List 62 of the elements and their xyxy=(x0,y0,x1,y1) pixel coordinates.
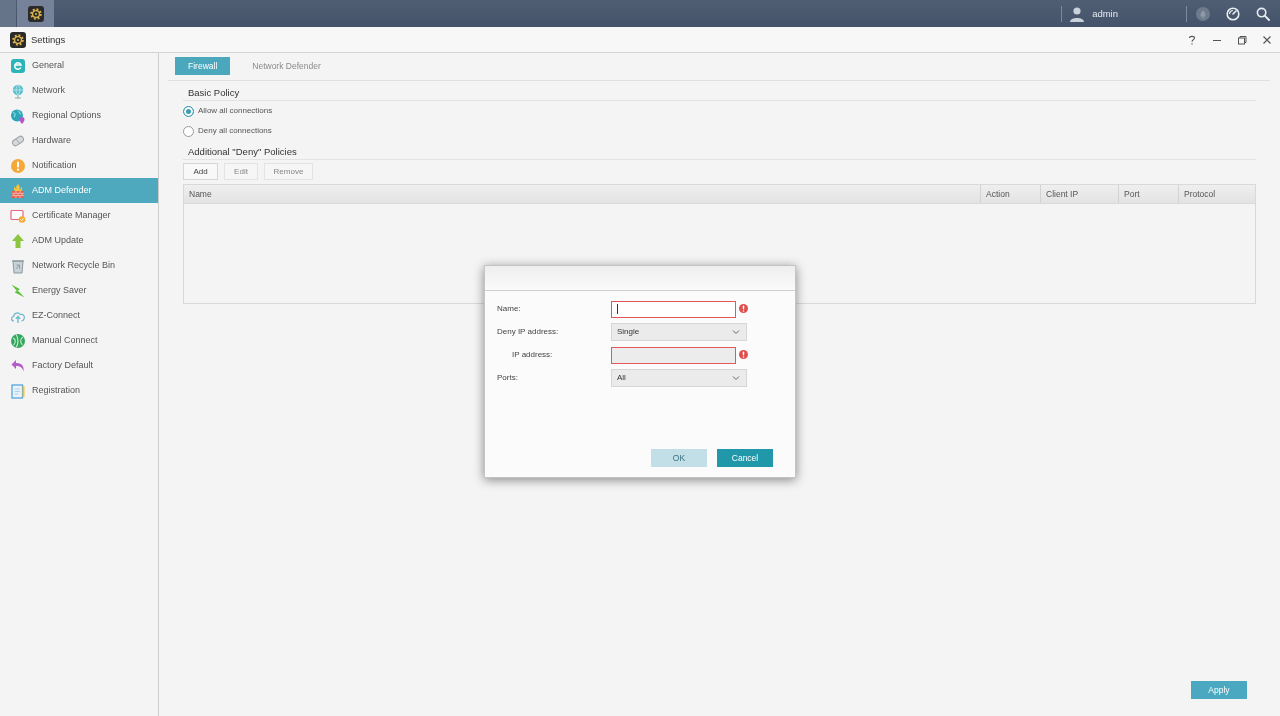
sidebar-item[interactable]: Certificate Manager xyxy=(0,203,158,228)
column-header[interactable]: Protocol xyxy=(1178,185,1255,203)
sidebar-item[interactable]: EZ-Connect xyxy=(0,303,158,328)
close-icon[interactable] xyxy=(1261,34,1272,45)
clipboard-icon xyxy=(10,382,26,399)
sidebar-item[interactable]: Hardware xyxy=(0,128,158,153)
field-label: IP address: xyxy=(511,350,554,360)
up-arrow-icon xyxy=(10,232,26,249)
search-icon[interactable] xyxy=(1256,6,1270,21)
brick-wall-icon xyxy=(10,182,26,199)
tile-icon xyxy=(10,57,26,74)
section-title: Basic Policy xyxy=(183,85,1256,101)
radio-button[interactable] xyxy=(183,105,194,117)
column-header[interactable]: Client IP xyxy=(1040,185,1118,203)
lightning-icon xyxy=(10,282,26,299)
sidebar-item[interactable]: Notification xyxy=(0,153,158,178)
sidebar-item[interactable]: General xyxy=(0,53,158,78)
sidebar-item[interactable]: Registration xyxy=(0,378,158,403)
sidebar-item[interactable]: Network xyxy=(0,78,158,103)
settings-icon xyxy=(10,31,26,48)
globe-icon xyxy=(10,82,26,99)
bin-icon xyxy=(10,257,26,274)
column-header[interactable]: Name xyxy=(184,185,980,203)
bell-icon[interactable] xyxy=(1196,6,1210,21)
sidebar-item[interactable]: Regional Options xyxy=(0,103,158,128)
error-icon xyxy=(739,303,748,313)
sidebar-item[interactable]: Factory Default xyxy=(0,353,158,378)
restore-icon[interactable] xyxy=(1236,34,1247,45)
dropdown-field[interactable]: Single xyxy=(611,323,747,341)
text-cursor xyxy=(617,304,618,314)
sidebar-item[interactable]: Energy Saver xyxy=(0,278,158,303)
section-title: Additional "Deny" Policies xyxy=(183,144,1256,160)
help-icon[interactable] xyxy=(1186,34,1197,45)
gauge-icon[interactable] xyxy=(1226,6,1240,21)
dropdown-field[interactable]: All xyxy=(611,369,747,387)
user-name[interactable]: admin xyxy=(1092,7,1118,20)
taskbar-edge xyxy=(0,0,16,27)
settings-icon xyxy=(27,5,44,22)
chevron-down-icon xyxy=(732,375,740,381)
user-icon[interactable] xyxy=(1069,5,1086,22)
radio-label[interactable]: Deny all connections xyxy=(198,126,272,136)
radio-button[interactable] xyxy=(183,125,194,137)
globe-pin-icon xyxy=(10,107,26,124)
column-header[interactable]: Action xyxy=(980,185,1040,203)
sidebar-item[interactable]: Manual Connect xyxy=(0,328,158,353)
column-header[interactable]: Port xyxy=(1118,185,1178,203)
field-label: Deny IP address: xyxy=(497,327,560,337)
alert-icon xyxy=(10,157,26,174)
sidebar-item[interactable]: Network Recycle Bin xyxy=(0,253,158,278)
field-label: Name: xyxy=(497,304,522,314)
ball-icon xyxy=(10,332,26,349)
chevron-down-icon xyxy=(732,329,740,335)
text-field[interactable] xyxy=(611,300,736,318)
radio-label[interactable]: Allow all connections xyxy=(198,106,273,116)
toolbar-button[interactable]: Add xyxy=(183,163,218,180)
error-icon xyxy=(739,349,748,359)
certificate-icon xyxy=(10,207,26,224)
text-field[interactable] xyxy=(611,346,736,364)
taskbar-app-button[interactable] xyxy=(17,0,54,27)
sidebar-item[interactable]: ADM Update xyxy=(0,228,158,253)
window-title: Settings xyxy=(31,33,66,46)
field-label: Ports: xyxy=(497,373,519,383)
